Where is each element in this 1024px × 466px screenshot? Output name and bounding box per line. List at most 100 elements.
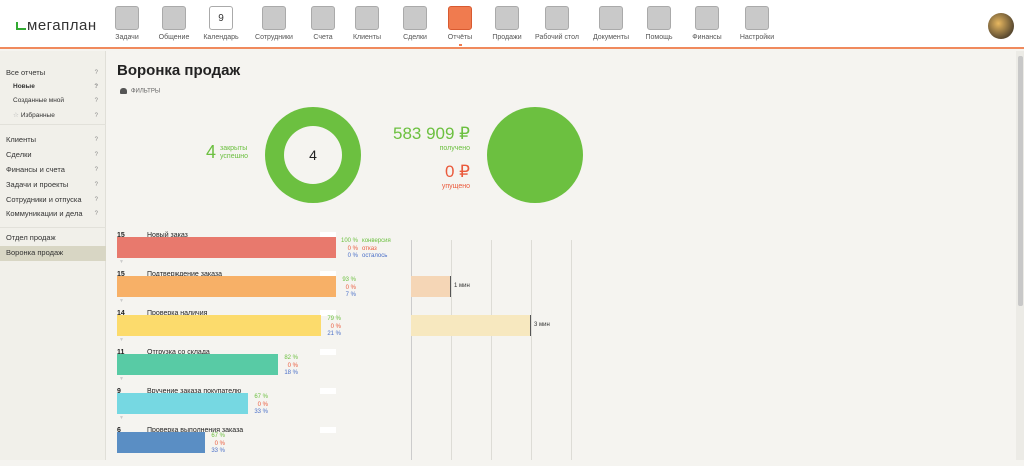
nav-gear[interactable]: Настройки: [727, 6, 787, 41]
time-gridline: [491, 240, 492, 460]
sidebar-item-label: Сотрудники и отпуска: [6, 195, 82, 204]
stage-refuse-pct: 0 %: [238, 363, 298, 371]
stage-refuse-pct: 0 %: [296, 285, 356, 293]
stage-percentages: 93 % 0 % 7 %: [296, 277, 356, 300]
sidebar: Все отчеты? Новые? Созданные мной? ☆ Избранн…: [0, 51, 106, 460]
pct-value: 0 %: [345, 284, 356, 291]
tasks-icon: [115, 6, 139, 30]
sidebar-item[interactable]: Сделки?: [0, 148, 106, 162]
stage-remaining-pct: 7 %: [296, 292, 356, 300]
funnel-stage[interactable]: 14 Проверка наличия 79 % 0 % 21 % ▼: [117, 310, 417, 349]
stage-bar[interactable]: [117, 237, 336, 258]
pct-value: 0 %: [330, 323, 341, 330]
funnel-stage[interactable]: 15 Подтверждение заказа 93 % 0 % 7 % ▼: [117, 271, 417, 310]
sidebar-item[interactable]: Задачи и проекты?: [0, 178, 106, 192]
help-icon[interactable]: ?: [95, 163, 98, 177]
stage-header-box: [320, 427, 336, 433]
nav-label: Настройки: [739, 34, 775, 41]
filter-icon: [120, 88, 127, 94]
sidebar-item-label: Сделки: [6, 150, 32, 159]
stage-refuse-pct: 0 % отказ: [338, 246, 448, 254]
donut-center-value: 4: [284, 126, 342, 184]
sidebar-item[interactable]: Воронка продаж: [0, 246, 106, 261]
pct-value: 18 %: [284, 370, 298, 376]
pct-value: 93 %: [342, 277, 356, 283]
help-icon[interactable]: ?: [95, 109, 98, 123]
funnel-stage[interactable]: 9 Вручение заказа покупателю 67 % 0 % 33 % ▼: [117, 388, 417, 427]
time-bar-edge: [530, 315, 531, 336]
stage-conversion-pct: 67 %: [165, 433, 225, 441]
pct-value: 0 %: [257, 401, 268, 408]
sidebar-item[interactable]: ☆ Избранные?: [0, 109, 106, 123]
funnel-stage[interactable]: 15 Новый заказ 100 % конверсия 0 % отказ 0 % ос…: [117, 232, 417, 271]
sidebar-item[interactable]: Созданные мной?: [0, 94, 106, 108]
dashboard-icon: [545, 6, 569, 30]
sidebar-item-label: Новые: [13, 83, 35, 90]
calendar-day: 9: [218, 13, 224, 24]
help-icon[interactable]: ?: [94, 80, 98, 94]
help-icon[interactable]: ?: [95, 66, 98, 80]
funnel-stage[interactable]: 6 Проверка выполнения заказа 67 % 0 % 33 %: [117, 427, 417, 466]
sidebar-item[interactable]: Сотрудники и отпуска?: [0, 193, 106, 207]
down-arrow-icon: ▼: [119, 298, 124, 304]
closed-label: закрыты успешно: [220, 145, 248, 161]
nav-calendar[interactable]: 9 Календарь: [191, 6, 251, 41]
help-icon[interactable]: ?: [95, 133, 98, 147]
divider: [0, 227, 106, 228]
stage-percentages: 79 % 0 % 21 %: [281, 316, 341, 339]
sidebar-item[interactable]: Все отчеты?: [0, 66, 106, 80]
stage-header-box: [320, 388, 336, 394]
time-bar-edge: [450, 276, 451, 297]
down-arrow-icon: ▼: [119, 415, 124, 421]
pct-value: 0 %: [347, 253, 358, 259]
clients-icon: [355, 6, 379, 30]
stage-conversion-pct: 82 %: [238, 355, 298, 363]
help-icon[interactable]: ?: [95, 193, 98, 207]
sidebar-item[interactable]: Коммуникации и дела?: [0, 207, 106, 221]
sidebar-item-label: Отдел продаж: [6, 233, 56, 242]
pct-value: 82 %: [284, 355, 298, 361]
sidebar-item-label: Клиенты: [6, 135, 37, 144]
lost-label: упущено: [441, 183, 470, 190]
help-icon[interactable]: ?: [95, 207, 98, 221]
logo[interactable]: мегаплан: [16, 17, 97, 34]
down-arrow-icon: ▼: [119, 337, 124, 343]
invoice-icon: [311, 6, 335, 30]
filters-button[interactable]: ФИЛЬТРЫ: [120, 88, 160, 95]
sidebar-item-label: Финансы и счета: [6, 165, 65, 174]
logo-text: мегаплан: [27, 17, 97, 34]
divider: [0, 124, 106, 125]
logo-icon: [16, 22, 26, 30]
avatar[interactable]: [988, 13, 1014, 39]
sidebar-item[interactable]: Отдел продаж: [0, 231, 106, 245]
stage-conversion-pct: 93 %: [296, 277, 356, 285]
stage-remaining-pct: 21 %: [281, 331, 341, 339]
help-icon[interactable]: ?: [95, 148, 98, 162]
calendar-icon: 9: [209, 6, 233, 30]
sidebar-item[interactable]: Финансы и счета?: [0, 163, 106, 177]
sidebar-item[interactable]: Новые?: [0, 80, 106, 94]
closed-donut-chart: 4: [265, 107, 361, 203]
pct-value: 0 %: [347, 245, 358, 252]
closed-count: 4: [206, 142, 217, 162]
safe-icon: [695, 6, 719, 30]
stage-refuse-pct: 0 %: [165, 441, 225, 449]
help-icon[interactable]: ?: [95, 178, 98, 192]
received-label: получено: [439, 145, 470, 152]
sidebar-item[interactable]: Клиенты?: [0, 133, 106, 147]
down-arrow-icon: ▼: [119, 376, 124, 382]
funnel-stage[interactable]: 11 Отгрузка со склада 82 % 0 % 18 % ▼: [117, 349, 417, 388]
scrollbar-thumb[interactable]: [1018, 56, 1023, 306]
stage-time-bar: [411, 315, 531, 336]
pct-value: 79 %: [327, 316, 341, 322]
sidebar-item-label: Задачи и проекты: [6, 180, 69, 189]
stage-percentages: 67 % 0 % 33 %: [208, 394, 268, 417]
star-icon[interactable]: ☆: [13, 112, 19, 119]
sidebar-item-label: Избранные: [20, 112, 55, 119]
nav-dashboard[interactable]: Рабочий стол: [527, 6, 587, 41]
pct-value: 21 %: [327, 331, 341, 337]
sidebar-item-label: Коммуникации и дела: [6, 209, 83, 218]
stage-header-box: [320, 349, 336, 355]
revenue-pie-chart: [487, 107, 583, 203]
help-icon[interactable]: ?: [95, 94, 98, 108]
